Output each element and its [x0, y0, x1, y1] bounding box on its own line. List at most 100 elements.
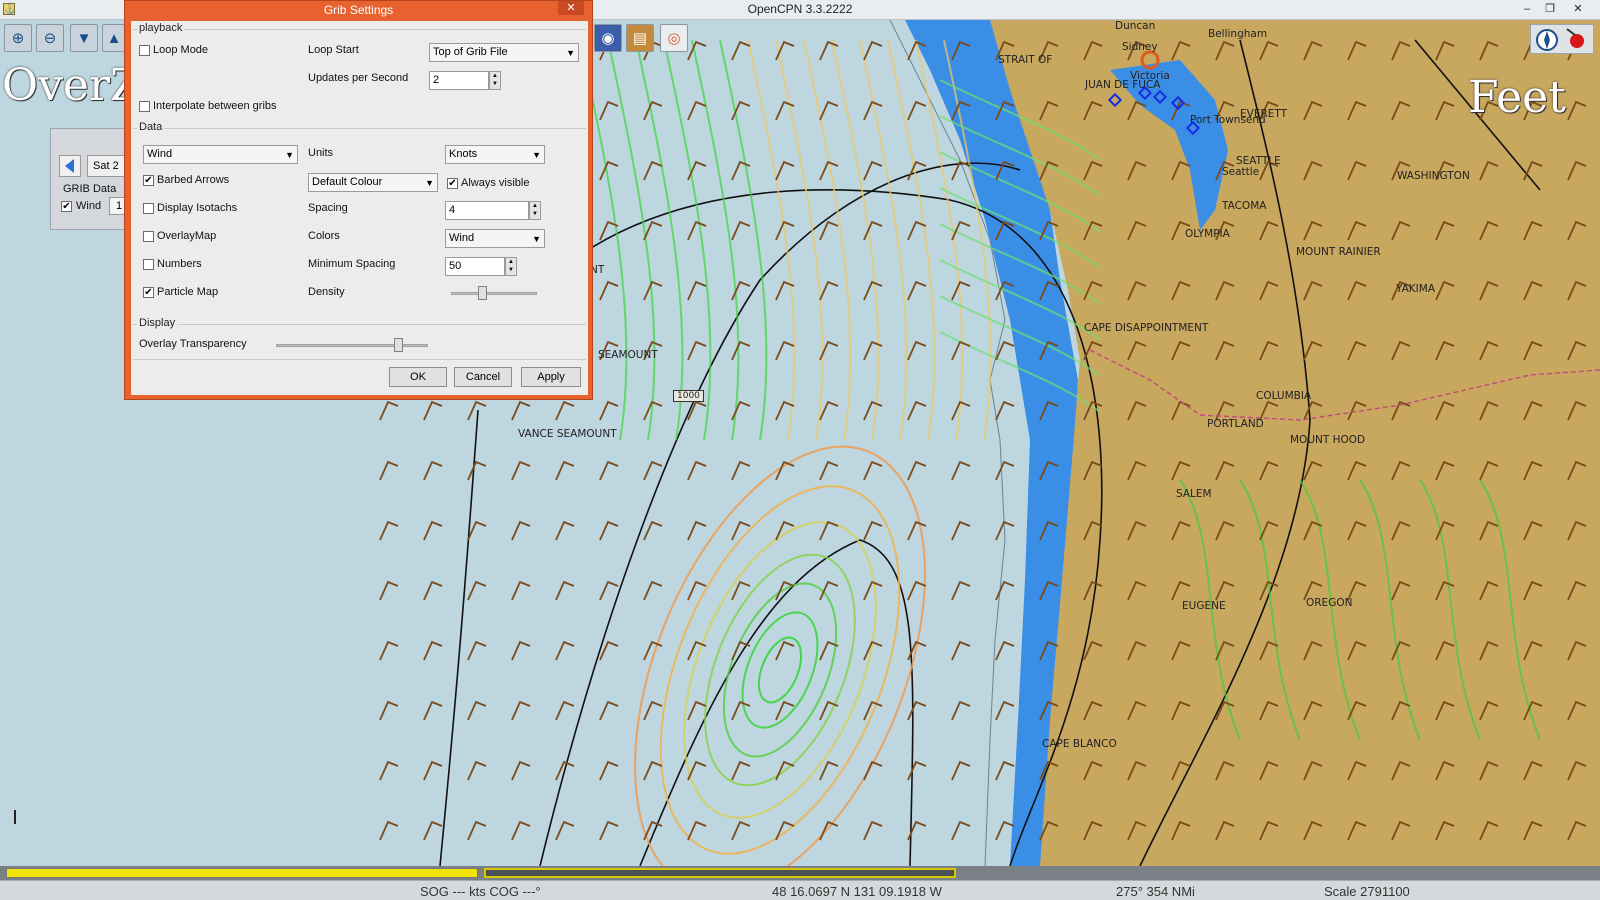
wind-barb-icon — [467, 460, 487, 481]
wind-barb-icon — [863, 520, 883, 541]
wind-barb-icon — [687, 100, 707, 121]
restore-button[interactable]: ❐ — [1538, 1, 1562, 17]
apply-button[interactable]: Apply — [521, 367, 581, 387]
minimum-spacing-input[interactable]: 50 — [445, 257, 505, 276]
wind-barb-icon — [423, 460, 443, 481]
close-window-button[interactable]: ✕ — [1566, 1, 1590, 17]
spacing-input[interactable]: 4 — [445, 201, 529, 220]
wind-checkbox[interactable]: ✔ — [61, 201, 72, 212]
compass-widget[interactable] — [1530, 24, 1594, 54]
wind-barb-icon — [555, 460, 575, 481]
wind-barb-icon — [555, 400, 575, 421]
playback-group — [133, 29, 586, 30]
bearing-distance-readout: 275° 354 NMi — [1116, 884, 1195, 899]
wind-barb-icon — [687, 460, 707, 481]
display-isotachs-checkbox[interactable] — [143, 203, 154, 214]
chevron-left-icon — [65, 159, 74, 173]
wind-barb-icon — [511, 460, 531, 481]
wind-barb-icon — [379, 520, 399, 541]
wind-barb-icon — [511, 520, 531, 541]
wind-barb-icon — [599, 820, 619, 841]
previous-record-button[interactable] — [59, 155, 81, 177]
display-group-label: Display — [137, 317, 178, 329]
place-label: TACOMA — [1222, 200, 1267, 212]
minimize-button[interactable]: – — [1515, 1, 1539, 17]
barb-colour-select[interactable]: Default Colour ▼ — [308, 173, 438, 192]
wind-barb-icon — [731, 760, 751, 781]
updates-spin-arrows[interactable]: ▲ ▼ — [489, 71, 501, 90]
wind-barb-icon — [731, 460, 751, 481]
minimum-spacing-spin-arrows[interactable]: ▲ ▼ — [505, 257, 517, 276]
wind-barb-icon — [643, 460, 663, 481]
chart-bar-segment[interactable] — [484, 868, 956, 878]
wind-barb-icon — [379, 820, 399, 841]
transparency-slider-track[interactable] — [276, 344, 428, 347]
wind-barb-icon — [555, 580, 575, 601]
density-slider-track[interactable] — [451, 292, 537, 295]
wind-particle-trail — [803, 39, 852, 441]
zoom-in-icon[interactable]: ⊕ — [4, 24, 32, 52]
data-variable-value: Wind — [147, 148, 173, 160]
wind-barb-icon — [511, 700, 531, 721]
wind-barb-icon — [863, 460, 883, 481]
loop-mode-checkbox[interactable] — [139, 45, 150, 56]
interpolate-checkbox[interactable] — [139, 101, 150, 112]
grib-settings-dialog: Grib Settings ✕ playback Loop Mode Loop … — [124, 0, 593, 400]
wind-barb-icon — [951, 640, 971, 661]
density-slider-thumb[interactable] — [477, 286, 487, 300]
transparency-slider-thumb[interactable] — [393, 338, 403, 352]
wind-barb-icon — [819, 520, 839, 541]
status-bar: SOG --- kts COG ---° 48 16.0697 N 131 09… — [0, 880, 1600, 900]
wind-barb-icon — [555, 820, 575, 841]
chevron-down-icon: ▼ — [566, 48, 575, 58]
cancel-button[interactable]: Cancel — [454, 367, 512, 387]
man-overboard-icon[interactable]: ◎ — [660, 24, 688, 52]
wind-barb-icon — [951, 280, 971, 301]
wind-barb-icon — [907, 400, 927, 421]
wind-barb-icon — [819, 100, 839, 121]
scale-marker — [14, 810, 16, 824]
place-label: EUGENE — [1182, 600, 1226, 612]
updates-per-second-input[interactable]: 2 — [429, 71, 489, 90]
wind-barb-icon — [511, 760, 531, 781]
wind-particle-trail — [691, 39, 740, 441]
barbed-arrows-checkbox[interactable]: ✔ — [143, 175, 154, 186]
place-label: STRAIT OF — [998, 54, 1053, 66]
wind-particle-trail — [747, 39, 796, 441]
data-variable-select[interactable]: Wind ▼ — [143, 145, 298, 164]
always-visible-checkbox[interactable]: ✔ — [447, 178, 458, 189]
chart-bar-active-segment[interactable] — [6, 868, 478, 878]
always-visible-label: Always visible — [461, 177, 530, 189]
wind-particle-trail — [635, 39, 684, 441]
wind-barb-icon — [599, 580, 619, 601]
ok-button[interactable]: OK — [389, 367, 447, 387]
chart-scale-icon[interactable]: ▼ — [70, 24, 98, 52]
spacing-spin-arrows[interactable]: ▲ ▼ — [529, 201, 541, 220]
chart-quilt-icon[interactable]: ▲ — [102, 24, 126, 52]
overlay-map-checkbox[interactable] — [143, 231, 154, 242]
units-select[interactable]: Knots ▼ — [445, 145, 545, 164]
place-label: WASHINGTON — [1397, 170, 1470, 182]
wind-particle-trail — [831, 39, 880, 441]
wind-barb-icon — [687, 340, 707, 361]
depth-contour-label: 1000 — [673, 390, 704, 402]
particle-map-checkbox[interactable]: ✔ — [143, 287, 154, 298]
wind-barb-icon — [951, 700, 971, 721]
route-manager-icon[interactable]: ▤ — [626, 24, 654, 52]
wind-barb-icon — [643, 280, 663, 301]
wind-barb-icon — [467, 520, 487, 541]
wind-barb-icon — [687, 820, 707, 841]
wind-barb-icon — [863, 580, 883, 601]
zoom-out-icon[interactable]: ⊖ — [36, 24, 64, 52]
numbers-checkbox[interactable] — [143, 259, 154, 270]
colors-select[interactable]: Wind ▼ — [445, 229, 545, 248]
barbed-arrows-label: Barbed Arrows — [157, 174, 230, 186]
wind-barb-icon — [819, 820, 839, 841]
dialog-close-button[interactable]: ✕ — [558, 1, 584, 15]
wind-barb-icon — [599, 100, 619, 121]
grib-plugin-icon[interactable]: ◉ — [594, 24, 622, 52]
loop-mode-label: Loop Mode — [153, 44, 209, 56]
loop-start-select[interactable]: Top of Grib File ▼ — [429, 43, 579, 62]
wind-barb-icon — [467, 640, 487, 661]
wind-barb-icon — [995, 460, 1015, 481]
